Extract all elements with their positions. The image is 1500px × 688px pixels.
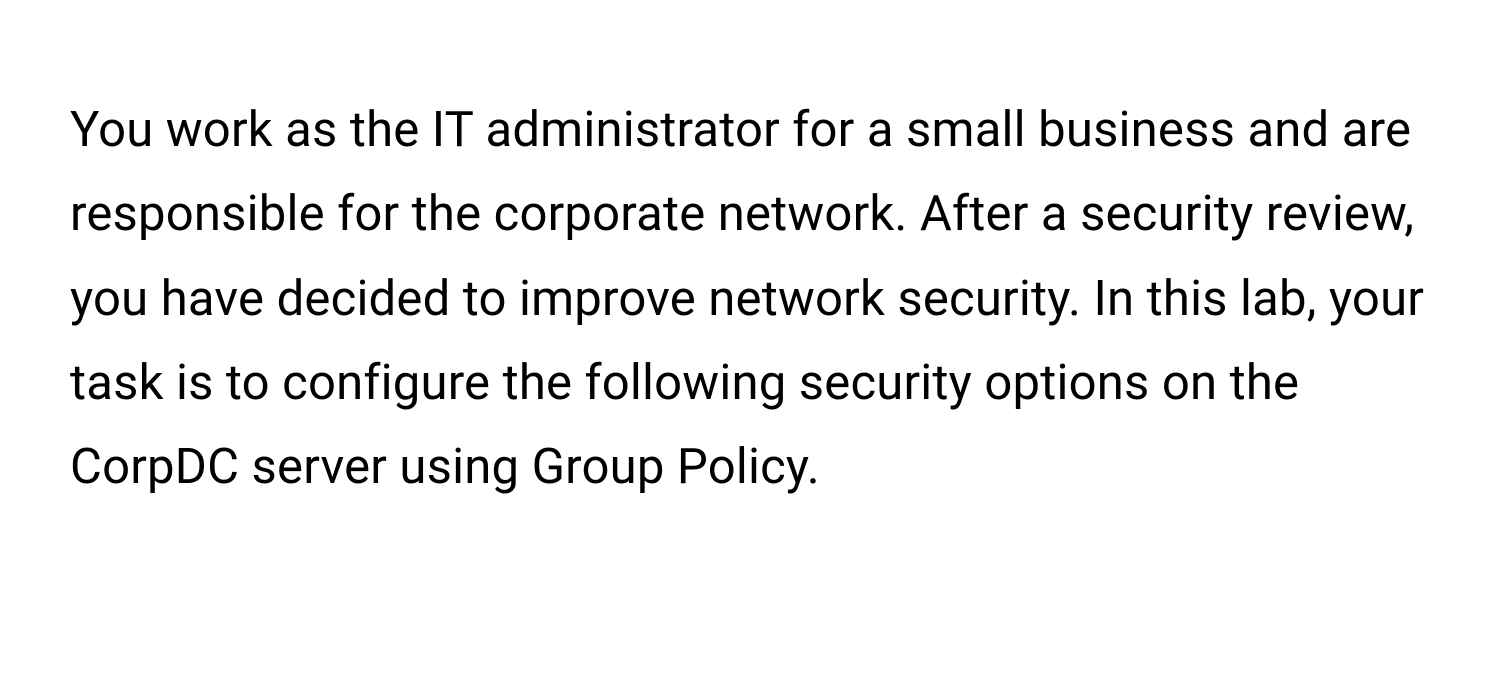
instruction-paragraph: You work as the IT administrator for a s… [70, 88, 1430, 509]
